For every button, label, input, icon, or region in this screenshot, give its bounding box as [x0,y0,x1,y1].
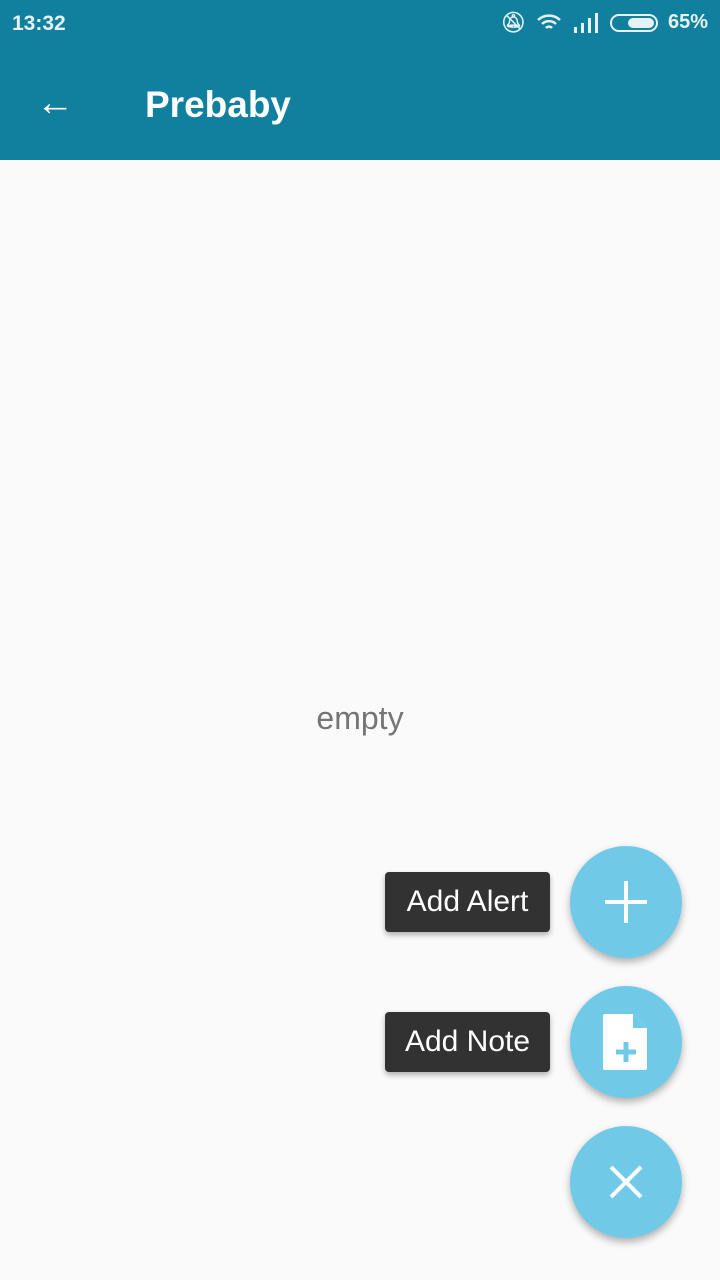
app-bar: ← Prebaby [0,50,720,160]
clock: 13:32 [12,12,66,35]
add-alert-label[interactable]: Add Alert [385,872,550,932]
plus-icon [605,881,647,923]
note-add-icon [603,1014,647,1070]
close-icon [609,1165,643,1199]
signal-icon [573,12,598,33]
close-menu-button[interactable] [570,1126,682,1238]
status-bar: 13:32 🔕︎ 65% [0,0,720,50]
battery-icon [609,13,658,32]
page-title: Prebaby [145,84,292,125]
add-alert-button[interactable] [570,846,682,958]
battery-percent: 65% [667,11,708,33]
add-note-label[interactable]: Add Note [385,1012,550,1072]
add-note-button[interactable] [570,986,682,1098]
wifi-icon [537,13,561,29]
back-arrow-icon[interactable]: ← [36,84,74,122]
vibrate-off-icon: 🔕︎ [500,12,526,34]
empty-state-text: empty [316,700,404,736]
